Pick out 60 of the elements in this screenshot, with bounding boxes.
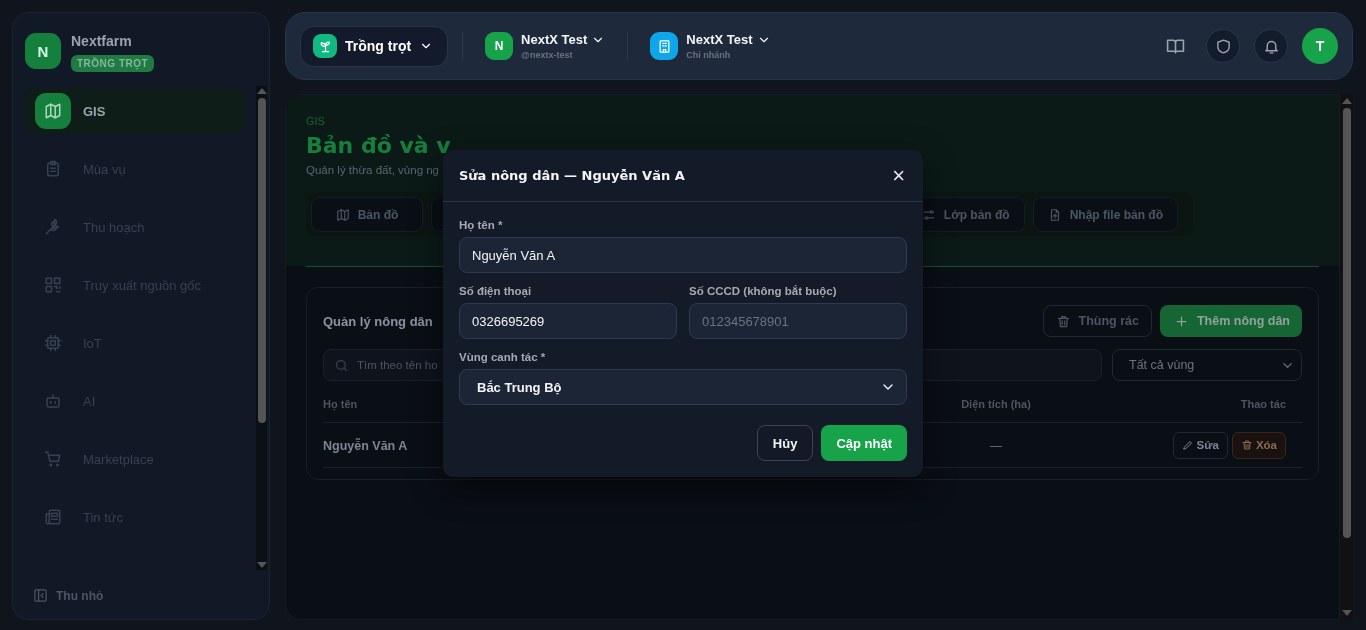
- chip-icon: [44, 334, 62, 352]
- plus-icon: [1173, 313, 1189, 329]
- add-farmer-button[interactable]: Thêm nông dân: [1159, 305, 1302, 337]
- collapse-button[interactable]: Thu nhỏ: [13, 570, 269, 619]
- text-field[interactable]: Nguyễn Văn A: [459, 237, 907, 273]
- pencil-icon: [1181, 439, 1194, 451]
- close-button[interactable]: ×: [890, 164, 907, 187]
- clipboard-icon: [44, 160, 62, 178]
- card-title: Quản lý nông dân: [323, 313, 433, 329]
- search-icon: [334, 357, 349, 373]
- user-avatar[interactable]: T: [1302, 28, 1338, 64]
- sliders-icon: [921, 207, 936, 222]
- trash-button[interactable]: Thùng rác: [1042, 305, 1152, 337]
- update-button[interactable]: Cập nhật: [821, 425, 907, 461]
- column-header: Diện tích (ha): [961, 397, 1031, 410]
- delete-button[interactable]: Xóa: [1231, 431, 1286, 459]
- trash-icon: [1055, 313, 1071, 329]
- text-field[interactable]: 0326695269: [459, 303, 677, 339]
- building-icon: [656, 38, 672, 54]
- region-select[interactable]: Bắc Trung Bộ: [459, 369, 907, 405]
- newspaper-icon: [44, 508, 62, 526]
- dialog-title: Sửa nông dân — Nguyễn Văn A: [459, 168, 685, 183]
- cancel-button[interactable]: Hủy: [756, 425, 814, 461]
- sector-badge: TRỒNG TRỌT: [71, 55, 155, 72]
- table-cell: —: [990, 439, 1002, 453]
- notifications-button[interactable]: [1254, 29, 1288, 63]
- field-label: Số điện thoại: [459, 285, 533, 297]
- sector-switcher[interactable]: Trồng trọt: [300, 25, 449, 67]
- page-subtitle: Quản lý thừa đất, vùng ng: [306, 164, 439, 176]
- branch-switcher[interactable]: NextX Test Chi nhánh: [642, 32, 779, 60]
- qr-code-icon: [44, 276, 62, 294]
- tab[interactable]: Nhập file bản đồ: [1032, 197, 1178, 232]
- book-icon: [1165, 36, 1185, 56]
- trash-icon: [1240, 439, 1253, 451]
- field-label: Vùng canh tác *: [459, 351, 547, 363]
- text-field[interactable]: 012345678901: [689, 303, 907, 339]
- scrollbar[interactable]: [1340, 94, 1353, 620]
- breadcrumb: GIS: [306, 115, 326, 127]
- sidebar-collapse-icon: [33, 588, 48, 603]
- region-filter[interactable]: Tất cả vùng: [1112, 349, 1302, 381]
- wheat-icon: [44, 218, 62, 236]
- column-header: Thao tác: [1240, 397, 1286, 410]
- logo: N: [25, 33, 61, 69]
- cart-icon: [44, 450, 62, 468]
- map-icon: [44, 102, 62, 120]
- map-icon: [335, 207, 350, 222]
- shield-icon: [1214, 37, 1232, 55]
- organization-switcher[interactable]: N NextX Test @nextx-test: [477, 32, 614, 60]
- tab[interactable]: Bản đồ: [311, 197, 423, 232]
- table-cell: Nguyễn Văn A: [323, 439, 408, 453]
- brand-name: Nextfarm: [71, 33, 133, 49]
- edit-button[interactable]: Sửa: [1172, 431, 1228, 459]
- column-header: Họ tên: [323, 397, 358, 410]
- scrollbar[interactable]: [256, 86, 267, 570]
- sidebar-item[interactable]: GIS: [24, 88, 246, 134]
- robot-icon: [44, 392, 62, 410]
- page-title: Bản đồ và v: [306, 133, 451, 158]
- security-button[interactable]: [1206, 29, 1240, 63]
- field-label: Số CCCD (không bắt buộc): [689, 285, 838, 297]
- field-label: Họ tên *: [459, 219, 504, 231]
